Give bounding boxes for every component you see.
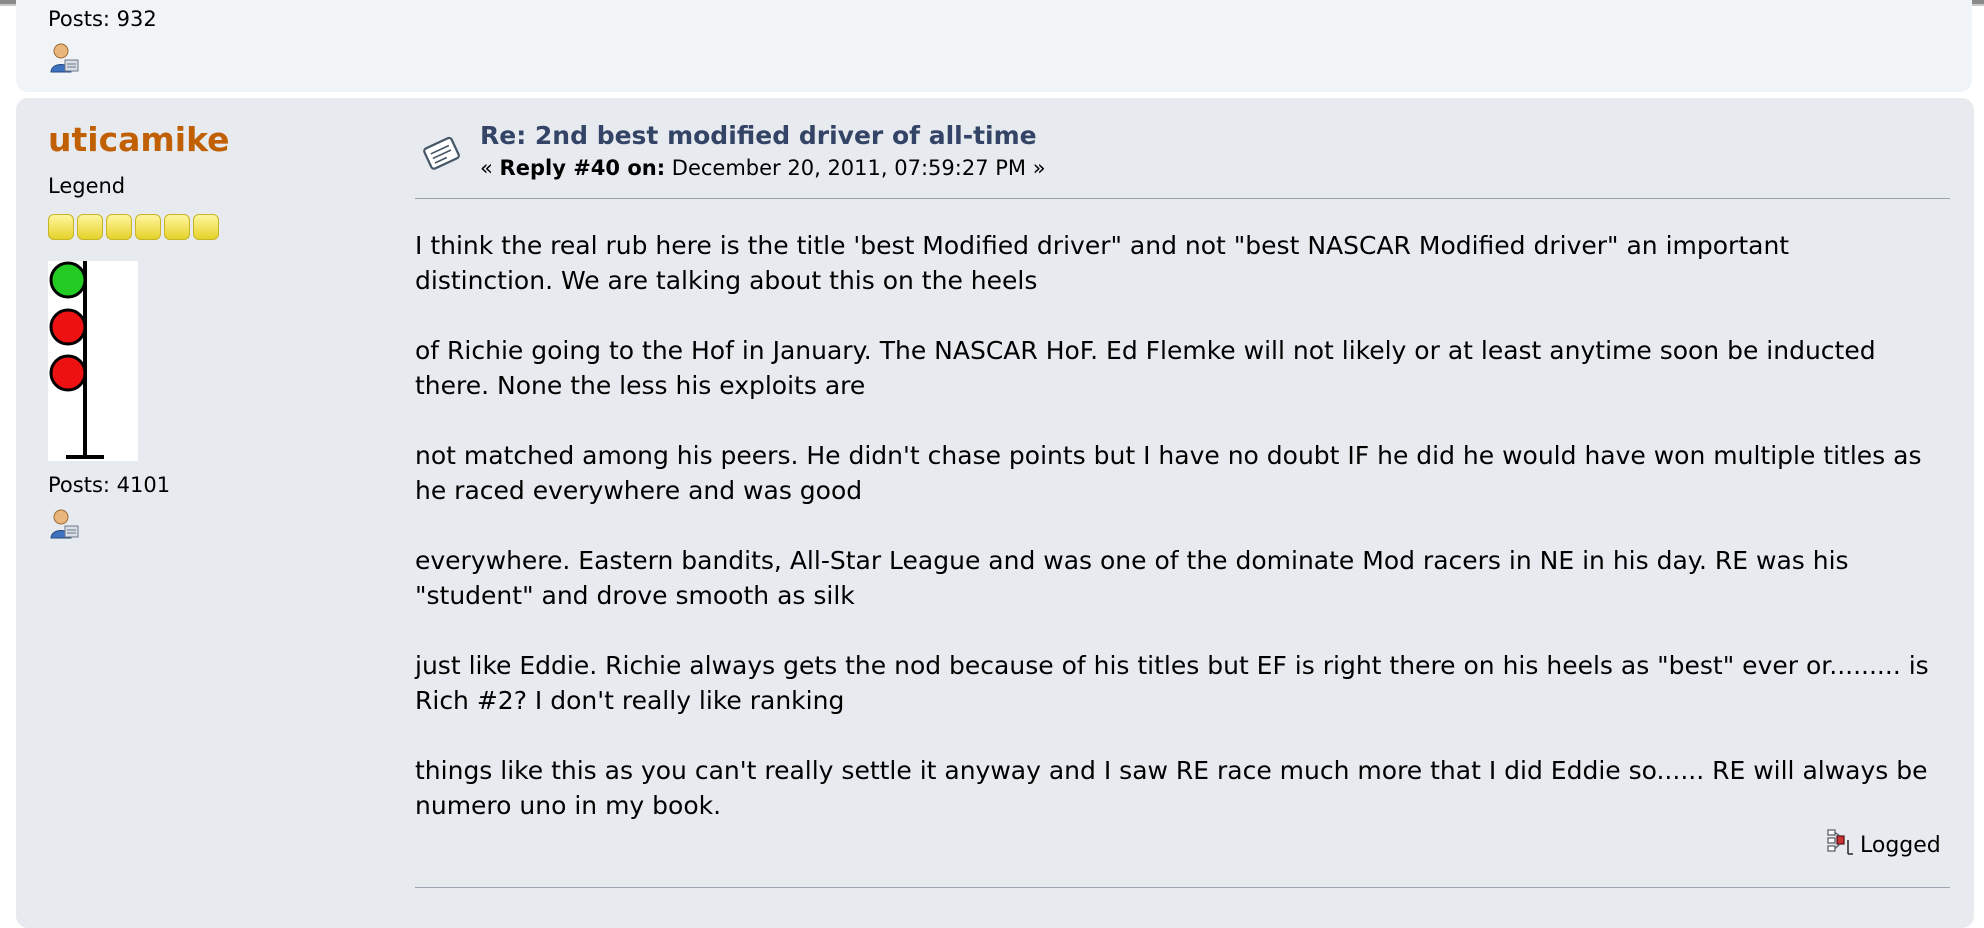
star-icon — [135, 214, 161, 240]
previous-post-count: Posts: 932 — [48, 7, 157, 31]
post-paragraph: I think the real rub here is the title '… — [415, 231, 1790, 295]
meta-close-quote: » — [1032, 156, 1046, 180]
previous-post — [16, 0, 1972, 92]
star-icon — [48, 214, 74, 240]
post-paragraph: things like this as you can't really set… — [415, 756, 1928, 820]
poster-name[interactable]: uticamike — [48, 118, 230, 162]
member-group: Legend — [48, 174, 126, 198]
reply-number: Reply #40 on: — [499, 156, 666, 180]
profile-icon[interactable] — [48, 42, 80, 74]
logged-ip-icon — [1826, 828, 1854, 864]
post-xx-icon — [418, 128, 466, 176]
post-title-link[interactable]: Re: 2nd best modified driver of all-time — [480, 120, 1037, 152]
poster-post-count: Posts: 4101 — [48, 473, 171, 497]
star-icon — [106, 214, 132, 240]
post-paragraph: of Richie going to the Hof in January. T… — [415, 336, 1876, 400]
header-divider — [415, 198, 1950, 199]
star-icon — [164, 214, 190, 240]
logged-label: Logged — [1860, 833, 1941, 858]
post-body: I think the real rub here is the title '… — [415, 228, 1935, 858]
profile-icon[interactable] — [48, 508, 80, 540]
post-paragraph: not matched among his peers. He didn't c… — [415, 441, 1922, 505]
post-meta: « Reply #40 on: December 20, 2011, 07:59… — [480, 154, 1046, 182]
meta-open-quote: « — [480, 156, 493, 180]
rank-stars — [48, 214, 219, 240]
logged-indicator: Logged — [1826, 828, 1941, 864]
footer-divider — [415, 887, 1950, 888]
post-date: December 20, 2011, 07:59:27 PM — [671, 156, 1027, 180]
star-icon — [77, 214, 103, 240]
avatar — [48, 261, 138, 461]
star-icon — [193, 214, 219, 240]
post-paragraph: everywhere. Eastern bandits, All-Star Le… — [415, 546, 1849, 610]
post-paragraph: just like Eddie. Richie always gets the … — [415, 651, 1929, 715]
